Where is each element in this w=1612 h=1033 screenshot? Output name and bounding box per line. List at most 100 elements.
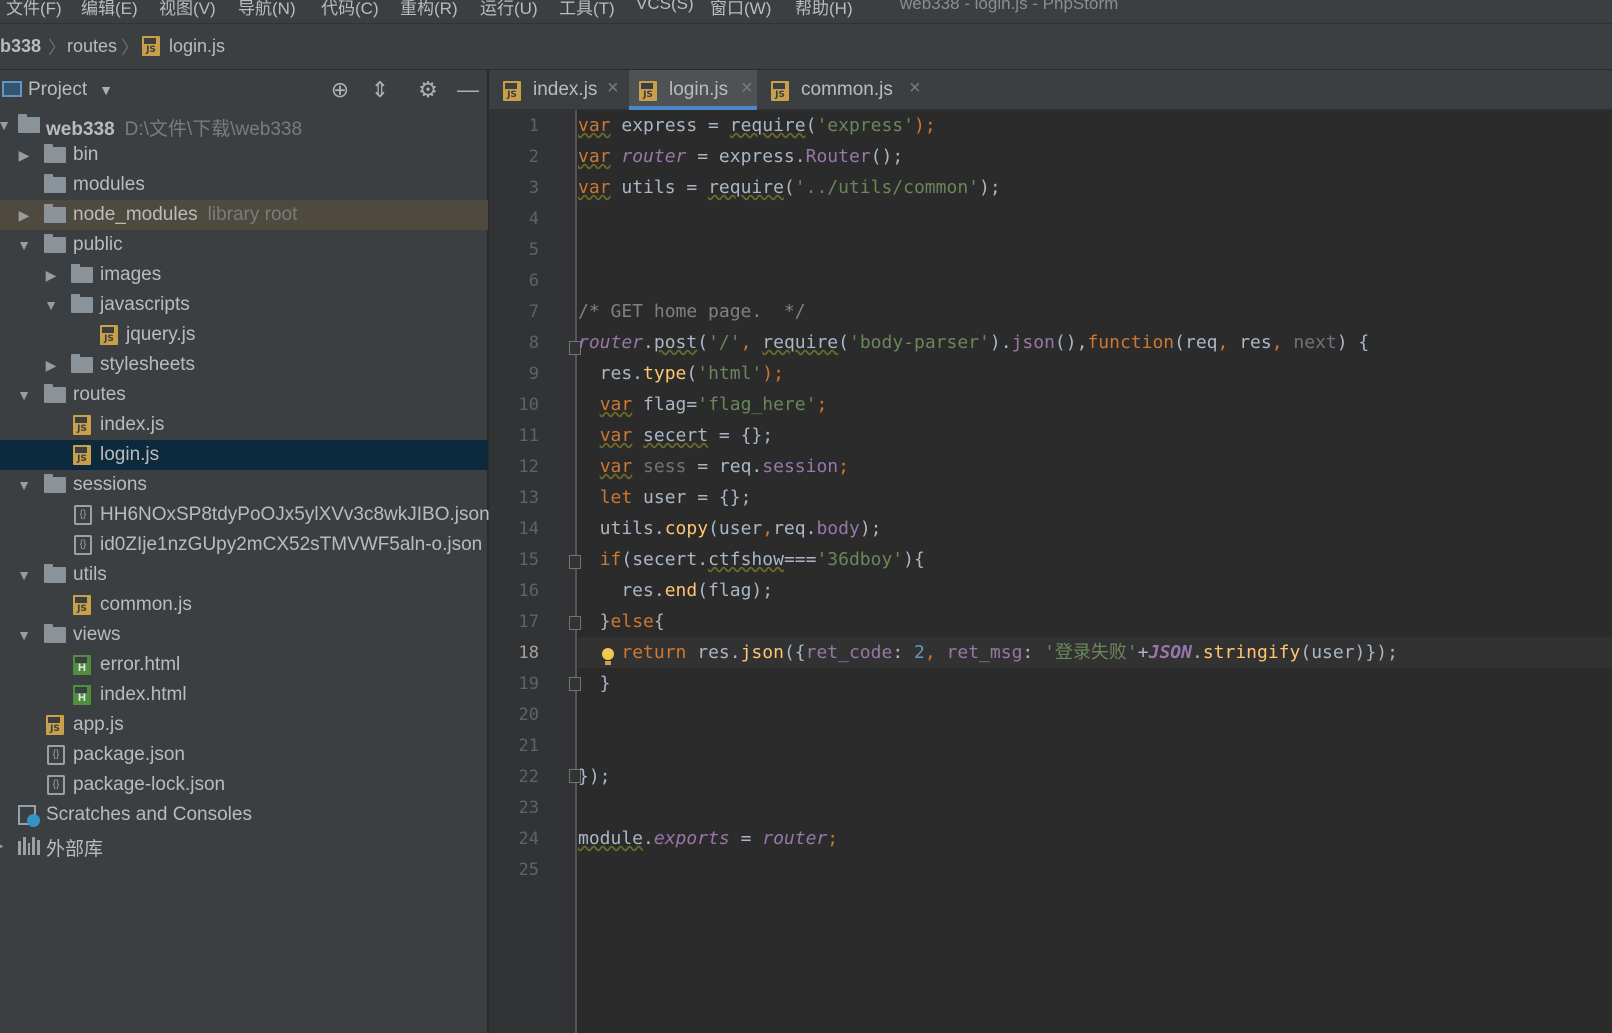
code-line: var utils = require('../utils/common'); [578, 177, 1001, 198]
menu-help[interactable]: 帮助(H) [795, 0, 853, 19]
tree-item-utils[interactable]: ▼ utils [0, 560, 488, 590]
menu-run[interactable]: 运行(U) [480, 0, 538, 19]
chevron-down-icon: ▼ [99, 82, 113, 98]
project-view-selector[interactable]: Project ▼ [28, 79, 113, 101]
tree-item-label: common.js [100, 594, 192, 615]
chevron-down-icon[interactable]: ▼ [14, 473, 34, 497]
chevron-right-icon[interactable]: ▶ [41, 353, 61, 377]
menu-file[interactable]: 文件(F) [6, 0, 62, 19]
close-icon[interactable]: × [909, 77, 921, 100]
tree-item-jquery[interactable]: JS jquery.js [0, 320, 488, 350]
code-line: } [578, 673, 611, 694]
js-file-icon: JS [46, 715, 68, 735]
menu-code[interactable]: 代码(C) [321, 0, 379, 19]
tree-item-index-js[interactable]: JS index.js [0, 410, 488, 440]
tree-item-public[interactable]: ▼ public [0, 230, 488, 260]
tree-item-session-file[interactable]: {} HH6NOxSP8tdyPoOJx5ylXVv3c8wkJIBO.json [0, 500, 490, 530]
chevron-down-icon[interactable]: ▼ [14, 563, 34, 587]
menu-vcs[interactable]: VCS(S) [636, 0, 694, 14]
tree-item-javascripts[interactable]: ▼ javascripts [0, 290, 488, 320]
chevron-right-icon[interactable]: ▶ [14, 143, 34, 167]
tree-item-index-html[interactable]: H index.html [0, 680, 488, 710]
editor: JS index.js × JS login.js × JS common.js… [489, 70, 1612, 1033]
tab-login-js[interactable]: JS login.js × [629, 70, 757, 110]
menu-navigate[interactable]: 导航(N) [238, 0, 296, 19]
code-line: }); [578, 766, 611, 787]
chevron-down-icon[interactable]: ▼ [14, 623, 34, 647]
tree-item-label: utils [73, 564, 107, 585]
tree-item-routes[interactable]: ▼ routes [0, 380, 488, 410]
js-file-icon: JS [73, 415, 95, 435]
tree-item-label: id0ZIje1nzGUpy2mCX52sTMVWF5aln-o.json [100, 534, 483, 555]
json-file-icon: {} [47, 775, 69, 795]
tree-item-common-js[interactable]: JS common.js [0, 590, 488, 620]
breadcrumb-file[interactable]: login.js [169, 36, 225, 57]
tree-item-session-file[interactable]: {} id0ZIje1nzGUpy2mCX52sTMVWF5aln-o.json [0, 530, 488, 560]
line-number: 16 [518, 581, 539, 601]
tree-item-root[interactable]: ▼ web338 D:\文件\下载\web338 [0, 110, 488, 140]
tree-item-package-lock[interactable]: {} package-lock.json [0, 770, 488, 800]
tree-item-app-js[interactable]: JS app.js [0, 710, 488, 740]
chevron-down-icon[interactable]: ▼ [14, 233, 34, 257]
tree-item-path: D:\文件\下载\web338 [124, 119, 303, 140]
tab-common-js[interactable]: JS common.js × [761, 70, 921, 110]
breadcrumb-project[interactable]: b338 [0, 36, 41, 57]
chevron-down-icon[interactable]: ▼ [41, 293, 61, 317]
close-icon[interactable]: × [607, 77, 619, 100]
tree-item-label: node_modules [73, 204, 198, 225]
tree-item-login-js[interactable]: JS login.js [0, 440, 488, 470]
tree-item-stylesheets[interactable]: ▶ stylesheets [0, 350, 488, 380]
json-file-icon: {} [74, 535, 96, 555]
tree-item-label: Scratches and Consoles [46, 804, 252, 825]
line-number: 11 [518, 426, 539, 446]
tree-item-package-json[interactable]: {} package.json [0, 740, 488, 770]
tree-item-sessions[interactable]: ▼ sessions [0, 470, 488, 500]
code-line: var express = require('express'); [578, 115, 936, 136]
tree-item-error-html[interactable]: H error.html [0, 650, 488, 680]
folder-icon [18, 114, 40, 135]
html-file-icon: H [73, 685, 95, 705]
line-number: 3 [528, 178, 539, 198]
lightbulb-icon[interactable] [600, 648, 616, 670]
code-line: var flag='flag_here'; [599, 394, 828, 415]
code-line: }else{ [578, 611, 665, 632]
tree-item-label: 外部库 [46, 839, 104, 860]
chevron-right-icon[interactable]: ▶ [14, 203, 34, 227]
chevron-right-icon[interactable]: ▶ [41, 263, 61, 287]
menu-refactor[interactable]: 重构(R) [400, 0, 458, 19]
line-number-gutter[interactable]: 1 2 3 4 5 6 7 8 9 10 11 12 13 14 15 16 1… [489, 110, 577, 1033]
tree-item-modules[interactable]: modules [0, 170, 488, 200]
collapse-all-icon[interactable]: ⇕ [366, 76, 394, 104]
tab-label: index.js [533, 79, 598, 100]
menu-tools[interactable]: 工具(T) [559, 0, 615, 19]
breadcrumb-folder[interactable]: routes [67, 36, 117, 57]
tree-item-bin[interactable]: ▶ bin [0, 140, 488, 170]
tree-item-external-libraries[interactable]: ▸ 外部库 [0, 830, 488, 860]
chevron-right-icon[interactable]: ▸ [0, 833, 10, 857]
chevron-down-icon[interactable]: ▼ [0, 113, 14, 137]
folder-icon [44, 624, 66, 645]
js-file-icon: JS [639, 81, 657, 101]
code-area[interactable]: var express = require('express'); var ro… [578, 110, 1612, 1033]
tree-item-label: web338 [46, 119, 115, 140]
folder-icon [71, 264, 93, 285]
menu-view[interactable]: 视图(V) [159, 0, 216, 19]
locate-icon[interactable]: ⊕ [326, 76, 354, 104]
tab-label: common.js [801, 79, 893, 100]
tree-item-scratches[interactable]: Scratches and Consoles [0, 800, 488, 830]
chevron-down-icon[interactable]: ▼ [14, 383, 34, 407]
tree-item-images[interactable]: ▶ images [0, 260, 488, 290]
tree-item-views[interactable]: ▼ views [0, 620, 488, 650]
tree-item-node-modules[interactable]: ▶ node_modules library root [0, 200, 488, 230]
tree-item-label: jquery.js [126, 324, 196, 345]
tab-index-js[interactable]: JS index.js × [489, 70, 619, 110]
menu-edit[interactable]: 编辑(E) [81, 0, 138, 19]
tree-item-label: modules [73, 174, 145, 195]
close-icon[interactable]: × [741, 77, 753, 100]
gear-icon[interactable]: ⚙ [414, 76, 442, 104]
menu-window[interactable]: 窗口(W) [710, 0, 771, 19]
line-number: 19 [518, 674, 539, 694]
line-number: 23 [518, 798, 539, 818]
scratches-icon [18, 805, 40, 827]
minimize-icon[interactable]: — [454, 76, 482, 104]
